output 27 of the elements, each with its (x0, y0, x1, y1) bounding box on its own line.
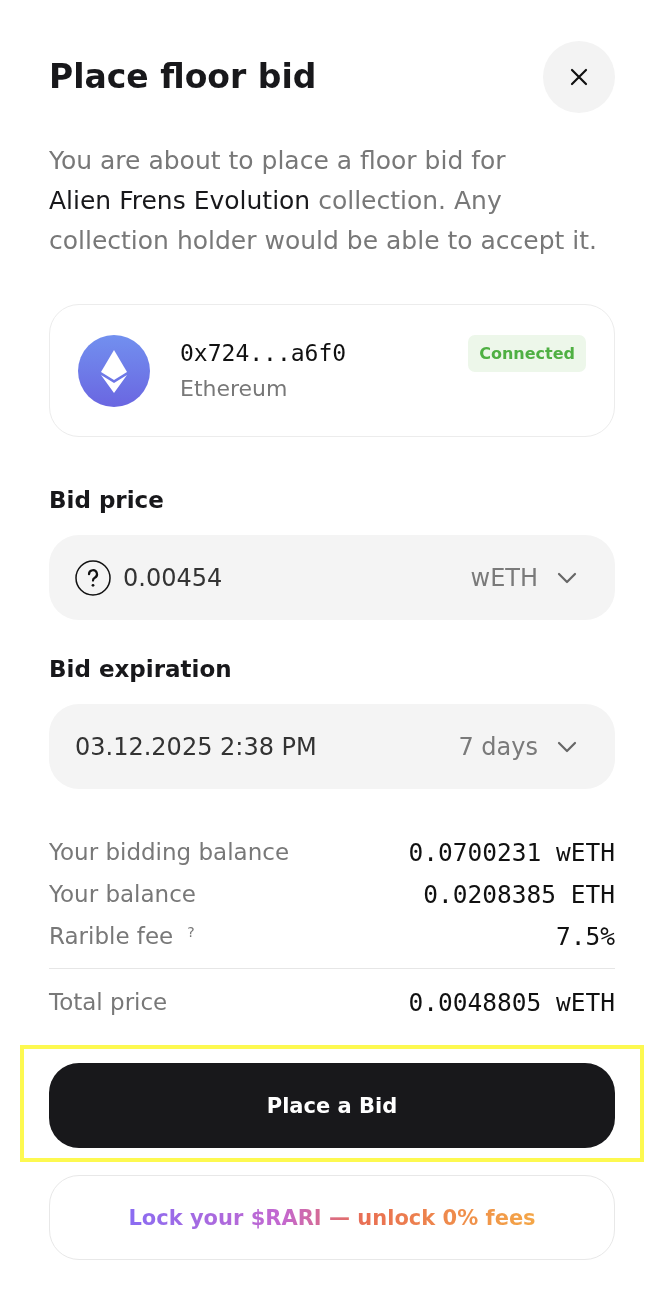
question-mark-icon[interactable]: ? (187, 924, 195, 940)
promo-button[interactable]: Lock your $RARI — unlock 0% fees (49, 1175, 615, 1260)
summary-value: 7.5% (556, 921, 615, 951)
close-icon (570, 68, 588, 86)
bid-price-field[interactable]: 0.00454 wETH (49, 535, 615, 620)
summary-value: 0.0208385 ETH (423, 879, 615, 909)
ethereum-icon (78, 334, 150, 407)
expiration-field[interactable]: 03.12.2025 2:38 PM 7 days (49, 704, 615, 789)
field-label: Bid price (49, 486, 165, 515)
chevron-down-icon (557, 571, 577, 584)
field-label: Bid expiration (49, 655, 233, 684)
currency-select[interactable]: wETH (470, 563, 577, 592)
status-badge: Connected (468, 335, 586, 372)
duration-select[interactable]: 7 days (458, 732, 577, 761)
chevron-down-icon (557, 740, 577, 753)
summary-value: 0.0700231 wETH (408, 837, 615, 867)
summary-label: Your balance (49, 881, 196, 907)
description-text: You are about to place a floor bid for Alien Frens Evolution collection. Any collection holder would be able to accept it. (49, 145, 598, 257)
dialog-title: Place floor bid (49, 57, 317, 97)
summary-label: Rarible fee (49, 923, 174, 949)
total-value: 0.0048805 wETH (408, 987, 615, 1017)
place-bid-button[interactable]: Place a Bid (49, 1063, 615, 1148)
question-icon (75, 559, 111, 596)
summary-label: Your bidding balance (49, 839, 290, 865)
wallet-address: 0x724...a6f0 (180, 338, 348, 368)
total-label: Total price (49, 989, 168, 1015)
network-name: Ethereum (180, 374, 289, 403)
